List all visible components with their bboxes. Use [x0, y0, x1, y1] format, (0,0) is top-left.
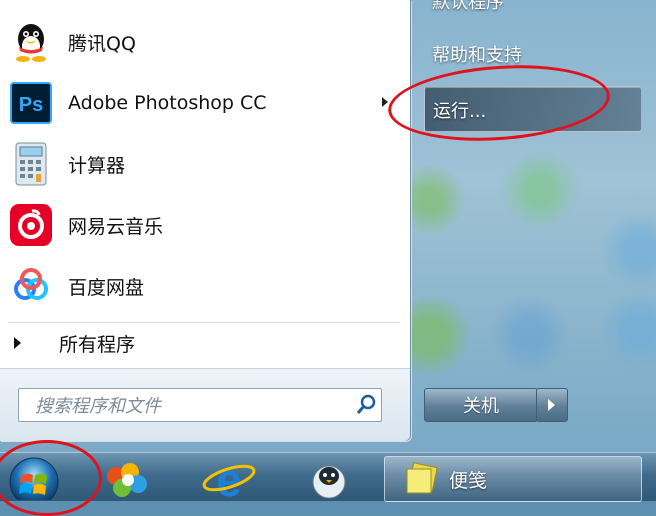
baidu-netdisk-icon [8, 263, 54, 309]
program-item-photoshop[interactable]: Ps Adobe Photoshop CC [6, 75, 402, 131]
program-item-qq[interactable]: 腾讯QQ [6, 14, 402, 70]
sticky-notes-icon [403, 461, 439, 497]
penguin-app-icon[interactable] [302, 458, 356, 500]
qq-penguin-icon [8, 19, 54, 65]
highlight-start-annotation [0, 440, 102, 516]
photoshop-icon: Ps [8, 80, 54, 126]
search-placeholder: 搜索程序和文件 [35, 396, 161, 417]
svg-text:e: e [216, 456, 242, 500]
program-item-netease-music[interactable]: 网易云音乐 [6, 197, 402, 253]
program-item-calculator[interactable]: 计算器 [6, 136, 402, 192]
all-programs-label: 所有程序 [59, 333, 136, 356]
program-label: 计算器 [68, 154, 126, 177]
calculator-icon [8, 141, 54, 187]
taskbar-button-label: 便笺 [449, 469, 488, 492]
internet-explorer-icon[interactable]: e [200, 454, 258, 506]
program-label: Adobe Photoshop CC [68, 92, 267, 114]
default-programs-item[interactable]: 默认程序 [432, 0, 504, 14]
netease-music-icon [8, 202, 54, 248]
program-label: 网易云音乐 [68, 215, 164, 238]
paint-icon[interactable] [100, 458, 152, 500]
submenu-arrow-icon[interactable] [382, 97, 388, 107]
divider [8, 322, 400, 323]
triangle-right-icon [14, 337, 21, 349]
program-label: 腾讯QQ [68, 32, 136, 55]
search-input[interactable]: 搜索程序和文件 [18, 388, 382, 422]
search-icon[interactable] [351, 390, 381, 420]
all-programs-item[interactable]: 所有程序 [14, 328, 135, 358]
taskbar-sticky-notes-button[interactable]: 便笺 [384, 456, 642, 502]
start-menu: 腾讯QQ Ps Adobe Photoshop CC 计算器 网易云音乐 百度网… [0, 0, 411, 441]
svg-text:Ps: Ps [19, 94, 43, 116]
help-and-support-item[interactable]: 帮助和支持 [432, 41, 522, 67]
shutdown-options-button[interactable] [536, 388, 568, 422]
program-label: 百度网盘 [68, 276, 145, 299]
shutdown-button[interactable]: 关机 [424, 388, 538, 422]
shutdown-label: 关机 [463, 396, 499, 417]
program-item-baidu-netdisk[interactable]: 百度网盘 [6, 258, 402, 314]
